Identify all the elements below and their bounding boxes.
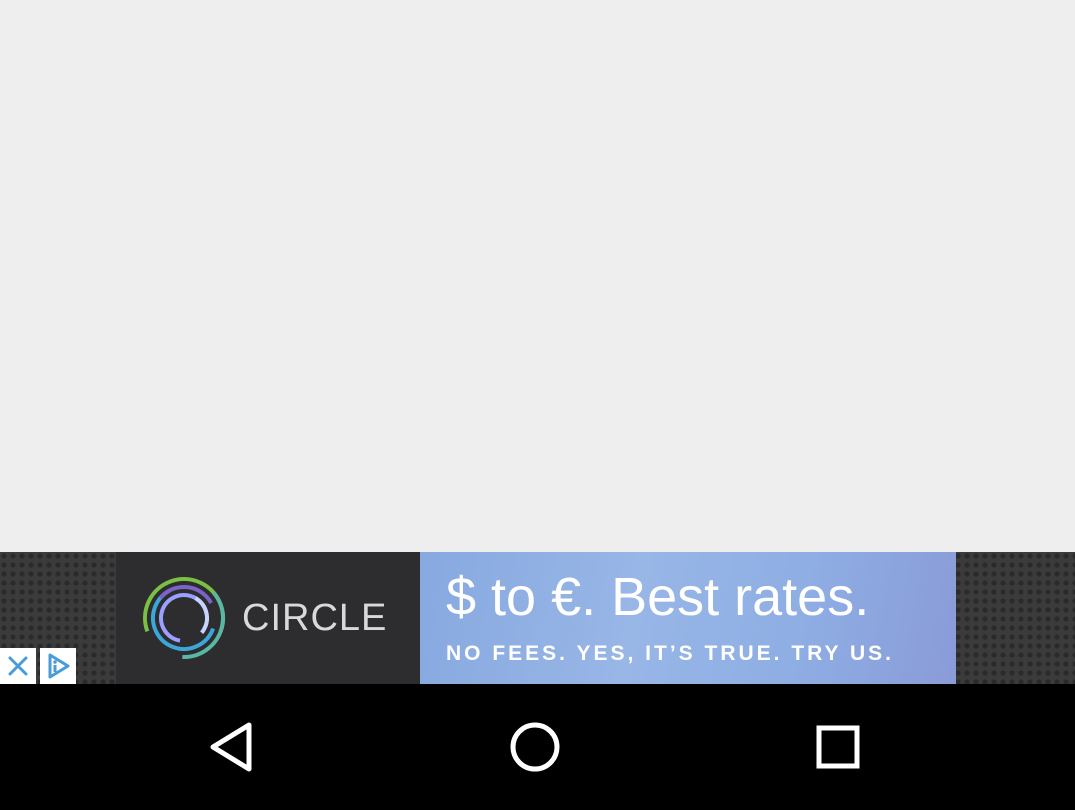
ad-message-panel: $ to €. Best rates. NO FEES. YES, IT’S T… (420, 552, 956, 684)
ad-choices-icon (48, 653, 70, 679)
ad-strip: CIRCLE $ to €. Best rates. NO FEES. YES,… (0, 552, 1075, 684)
close-icon (8, 656, 28, 676)
app-content-area (0, 0, 1075, 552)
ad-brand-name: CIRCLE (242, 596, 388, 639)
home-button[interactable] (505, 717, 565, 777)
ad-controls (0, 648, 80, 684)
ad-subline: NO FEES. YES, IT’S TRUE. TRY US. (446, 642, 895, 665)
ad-headline: $ to €. Best rates. (446, 567, 870, 627)
circle-logo-icon (143, 577, 225, 659)
recents-square-icon (816, 725, 860, 769)
home-circle-icon (510, 722, 560, 772)
back-button[interactable] (203, 717, 263, 777)
recents-button[interactable] (808, 717, 868, 777)
ad-brand-panel: CIRCLE (116, 552, 420, 684)
device-screen: CIRCLE $ to €. Best rates. NO FEES. YES,… (0, 0, 1075, 810)
system-navigation-bar (0, 684, 1075, 810)
ad-choices-button[interactable] (40, 648, 76, 684)
ad-banner[interactable]: CIRCLE $ to €. Best rates. NO FEES. YES,… (116, 552, 956, 684)
ad-close-button[interactable] (0, 648, 36, 684)
back-triangle-icon (210, 722, 252, 772)
